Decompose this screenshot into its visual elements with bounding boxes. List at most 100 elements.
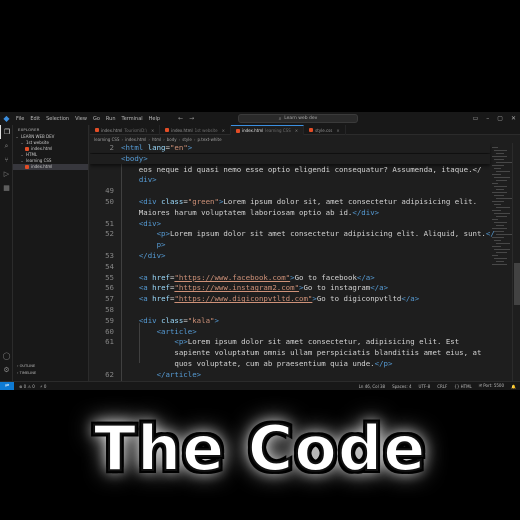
menu-terminal[interactable]: Terminal bbox=[119, 116, 146, 122]
code-token: Go to digiconpvtltd bbox=[316, 294, 402, 304]
remote-indicator-icon[interactable]: ⇌ bbox=[0, 381, 14, 390]
code-line[interactable]: 50 <div class="green">Lorem ipsum dolor … bbox=[90, 197, 490, 207]
code-token[interactable]: "https://www.instagram2.com" bbox=[174, 283, 299, 292]
minimap-line bbox=[496, 162, 513, 163]
code-token: Lorem ipsum dolor sit amet consectetur, … bbox=[187, 337, 460, 347]
outline-section[interactable]: › OUTLINE bbox=[13, 363, 89, 369]
close-icon[interactable]: ✕ bbox=[511, 115, 516, 122]
status-item[interactable]: UTF-8 bbox=[419, 384, 431, 389]
code-line[interactable]: quos voluptate, cum ab praesentium quia … bbox=[90, 359, 490, 369]
menu-edit[interactable]: Edit bbox=[27, 116, 43, 122]
code-line[interactable]: <body> bbox=[90, 153, 490, 164]
code-line[interactable]: 53 </div> bbox=[90, 251, 490, 261]
breadcrumb-item[interactable]: p.text-white bbox=[197, 137, 221, 142]
command-center-search[interactable]: ⌕ Learn web dev bbox=[238, 114, 358, 123]
menu-view[interactable]: View bbox=[72, 116, 90, 122]
breadcrumb-item[interactable]: style bbox=[182, 137, 192, 142]
menu-selection[interactable]: Selection bbox=[43, 116, 72, 122]
code-token: href bbox=[152, 283, 170, 293]
close-icon[interactable]: × bbox=[336, 128, 339, 133]
close-icon[interactable]: × bbox=[222, 128, 225, 133]
line-number: 54 bbox=[105, 261, 114, 271]
breadcrumb-item[interactable]: index.html bbox=[125, 137, 146, 142]
close-icon[interactable]: × bbox=[295, 128, 298, 133]
status-item[interactable]: ⚡ 0 bbox=[40, 384, 47, 389]
status-item[interactable]: {} HTML bbox=[454, 384, 472, 389]
minimap-line bbox=[496, 153, 504, 154]
minimize-icon[interactable]: – bbox=[486, 115, 489, 122]
code-line[interactable]: 54 bbox=[90, 262, 490, 272]
breadcrumb-item[interactable]: body bbox=[167, 137, 177, 142]
menu-go[interactable]: Go bbox=[90, 116, 103, 122]
status-item[interactable]: 🔔 bbox=[511, 384, 516, 389]
menu-run[interactable]: Run bbox=[103, 116, 119, 122]
line-number: 62 bbox=[105, 369, 114, 379]
code-text: <body> bbox=[121, 154, 148, 164]
editor-tab[interactable]: index.html learning CSS × bbox=[230, 125, 305, 135]
code-line[interactable]: 57 <a href="https://www.digiconpvtltd.co… bbox=[90, 294, 490, 304]
code-line[interactable]: 59 <div class="kala"> bbox=[90, 316, 490, 326]
scrollbar-thumb[interactable] bbox=[514, 263, 520, 305]
editor-tab[interactable]: style.css × bbox=[304, 125, 346, 135]
code-line[interactable]: 2 <html lang="en"> bbox=[90, 143, 490, 153]
code-text: <p>Lorem ipsum dolor sit amet consectetu… bbox=[121, 229, 495, 239]
code-line[interactable]: 51 <div> bbox=[90, 219, 490, 229]
line-number: 61 bbox=[105, 337, 114, 347]
breadcrumb-item[interactable]: html bbox=[152, 137, 161, 142]
settings-gear-icon[interactable]: ⚙ bbox=[0, 363, 13, 377]
status-item[interactable]: Ln 46, Col 38 bbox=[359, 384, 385, 389]
editor-tab[interactable]: index.html Tourism\D:\ × bbox=[90, 125, 161, 135]
close-icon[interactable]: × bbox=[151, 128, 154, 133]
back-arrow-icon[interactable]: ← bbox=[175, 115, 186, 122]
layout-icon[interactable]: ▭ bbox=[473, 115, 479, 122]
window-controls: ▭ – ▢ ✕ bbox=[473, 112, 516, 125]
status-item[interactable]: 🗎 Port: 5500 bbox=[479, 383, 504, 390]
code-line[interactable]: 56 <a href="https://www.instagram2.com">… bbox=[90, 283, 490, 293]
menu-file[interactable]: File bbox=[13, 116, 27, 122]
vertical-scrollbar[interactable] bbox=[512, 143, 520, 381]
editor-tab[interactable]: index.html 1st website × bbox=[160, 125, 231, 135]
status-item[interactable]: Spaces: 4 bbox=[392, 384, 411, 389]
code-line[interactable]: 55 <a href="https://www.facebook.com">Go… bbox=[90, 273, 490, 283]
menu-help[interactable]: Help bbox=[146, 116, 163, 122]
code-token[interactable]: "https://www.digiconpvtltd.com" bbox=[174, 294, 312, 303]
account-icon[interactable]: ◯ bbox=[0, 349, 13, 363]
explorer-icon[interactable]: ❐ bbox=[0, 125, 13, 139]
extensions-icon[interactable]: ▦ bbox=[0, 181, 13, 195]
code-line[interactable]: 58 bbox=[90, 305, 490, 315]
code-text: <a href="https://www.facebook.com">Go to… bbox=[121, 273, 375, 283]
tree-file[interactable]: index.html bbox=[13, 164, 88, 170]
code-line[interactable]: 52 <p>Lorem ipsum dolor sit amet consect… bbox=[90, 229, 495, 239]
code-line[interactable]: div> bbox=[90, 175, 490, 185]
line-number: 51 bbox=[105, 218, 114, 228]
source-control-icon[interactable]: ⑂ bbox=[0, 153, 13, 167]
code-line[interactable]: sapiente voluptatum omnis ullam perspici… bbox=[90, 348, 490, 358]
code-token: "en" bbox=[169, 143, 188, 152]
minimap-line bbox=[494, 204, 501, 205]
code-editor[interactable]: 2 <html lang="en"> <body> eos neque id qua… bbox=[90, 143, 520, 381]
minimap[interactable] bbox=[490, 143, 513, 381]
vscode-window: ◆ File Edit Selection View Go Run Termin… bbox=[0, 112, 520, 390]
code-line[interactable]: eos neque id quasi nemo esse optio elige… bbox=[90, 165, 490, 175]
code-token[interactable]: "https://www.facebook.com" bbox=[174, 273, 290, 282]
search-icon[interactable]: ⌕ bbox=[0, 139, 13, 153]
line-number: 60 bbox=[105, 326, 114, 336]
code-line[interactable]: p> bbox=[90, 240, 490, 250]
line-number: 53 bbox=[105, 251, 114, 260]
code-line[interactable]: 49 bbox=[90, 186, 490, 196]
code-line[interactable]: 61 <p>Lorem ipsum dolor sit amet consect… bbox=[90, 337, 490, 347]
maximize-icon[interactable]: ▢ bbox=[497, 115, 503, 122]
code-token: "kala" bbox=[187, 315, 215, 325]
code-token: <a bbox=[138, 283, 148, 293]
code-line[interactable]: 60 <article> bbox=[90, 327, 490, 337]
run-debug-icon[interactable]: ▷ bbox=[0, 167, 13, 181]
breadcrumb-item[interactable]: learning CSS bbox=[94, 137, 119, 142]
code-line[interactable]: Maiores harum voluptatem laboriosam opti… bbox=[90, 208, 490, 218]
timeline-section[interactable]: › TIMELINE bbox=[13, 370, 89, 376]
status-item[interactable]: CRLF bbox=[437, 384, 447, 389]
minimap-line bbox=[496, 189, 504, 190]
status-item[interactable]: ⊗ 0 ⚠ 0 bbox=[19, 384, 35, 389]
code-line[interactable]: 62 </article> bbox=[90, 370, 490, 380]
forward-arrow-icon[interactable]: → bbox=[186, 115, 197, 122]
